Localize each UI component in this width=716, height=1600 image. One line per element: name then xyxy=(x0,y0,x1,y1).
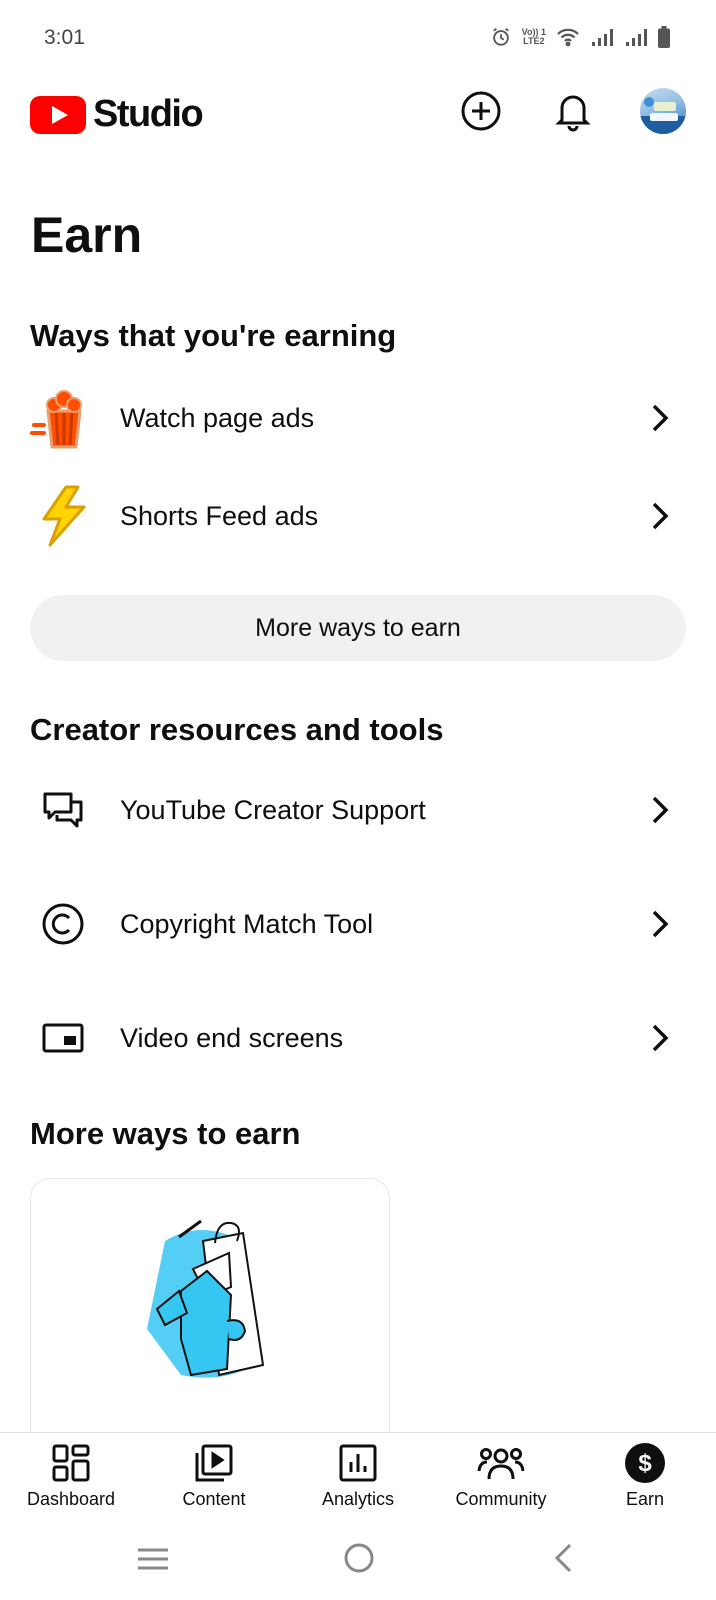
video-end-screens-label: Video end screens xyxy=(120,1022,344,1053)
chevron-right-icon xyxy=(648,909,672,939)
chevron-right-icon xyxy=(648,1023,672,1053)
signal-1-icon xyxy=(592,29,613,46)
watch-page-ads-row[interactable]: Watch page ads xyxy=(0,380,716,456)
copyright-icon xyxy=(30,891,96,957)
nav-dashboard[interactable]: Dashboard xyxy=(6,1443,136,1510)
volte-indicator: Vo)) 1 LTE2 xyxy=(521,27,546,46)
analytics-icon xyxy=(339,1444,377,1482)
status-time: 3:01 xyxy=(44,26,85,49)
create-button[interactable] xyxy=(458,88,504,134)
chat-bubbles-icon xyxy=(30,777,96,843)
copyright-match-tool-row[interactable]: Copyright Match Tool xyxy=(0,886,716,962)
more-ways-section-title: More ways to earn xyxy=(30,1116,301,1151)
watch-page-ads-label: Watch page ads xyxy=(120,402,315,433)
dashboard-icon xyxy=(52,1444,90,1482)
status-icons: Vo)) 1 LTE2 xyxy=(490,26,670,48)
community-icon xyxy=(477,1448,525,1480)
resources-section-title: Creator resources and tools xyxy=(30,712,444,747)
chevron-right-icon xyxy=(648,403,672,433)
video-end-screens-row[interactable]: Video end screens xyxy=(0,1000,716,1076)
creator-support-row[interactable]: YouTube Creator Support xyxy=(0,772,716,848)
youtube-play-logo-icon xyxy=(30,95,86,134)
wifi-icon xyxy=(557,28,579,47)
dollar-icon: $ xyxy=(625,1443,665,1483)
bottom-navigation: Dashboard Content Analytics Community $ … xyxy=(0,1432,716,1527)
chevron-right-icon xyxy=(648,795,672,825)
back-icon[interactable] xyxy=(552,1542,574,1574)
bell-icon xyxy=(555,95,591,132)
chevron-right-icon xyxy=(648,501,672,531)
copyright-match-tool-label: Copyright Match Tool xyxy=(120,908,374,939)
nav-analytics[interactable]: Analytics xyxy=(293,1443,423,1510)
end-screen-icon xyxy=(30,1005,96,1071)
earning-section-title: Ways that you're earning xyxy=(30,318,397,353)
signal-2-icon xyxy=(626,29,647,46)
channel-avatar-art xyxy=(640,97,686,134)
shorts-feed-ads-label: Shorts Feed ads xyxy=(120,500,319,531)
page-title: Earn xyxy=(31,207,143,263)
alarm-icon xyxy=(492,27,509,46)
popcorn-icon xyxy=(30,385,96,451)
youtube-studio-logo[interactable]: Studio xyxy=(30,93,204,136)
nav-community-label: Community xyxy=(455,1489,547,1509)
nav-community[interactable]: Community xyxy=(436,1443,566,1510)
system-navigation-bar xyxy=(0,1527,716,1600)
nav-content-label: Content xyxy=(182,1489,246,1509)
nav-dashboard-label: Dashboard xyxy=(26,1489,116,1509)
battery-icon xyxy=(658,26,670,48)
more-ways-to-earn-button[interactable]: More ways to earn xyxy=(30,595,686,661)
add-circle-icon xyxy=(461,91,501,131)
shorts-feed-ads-row[interactable]: Shorts Feed ads xyxy=(0,478,716,554)
nav-analytics-label: Analytics xyxy=(321,1489,395,1509)
nav-earn-label: Earn xyxy=(625,1489,665,1509)
svg-text:$: $ xyxy=(638,1450,652,1477)
nav-content[interactable]: Content xyxy=(149,1443,279,1510)
logo-text: Studio xyxy=(93,93,204,135)
avatar[interactable] xyxy=(640,88,686,134)
notifications-button[interactable] xyxy=(550,88,596,134)
nav-earn[interactable]: $ Earn xyxy=(580,1443,710,1510)
lightning-icon xyxy=(30,483,96,549)
recent-apps-icon[interactable] xyxy=(136,1545,170,1573)
home-icon[interactable] xyxy=(343,1542,375,1574)
content-icon xyxy=(195,1444,233,1482)
creator-support-label: YouTube Creator Support xyxy=(120,794,426,825)
